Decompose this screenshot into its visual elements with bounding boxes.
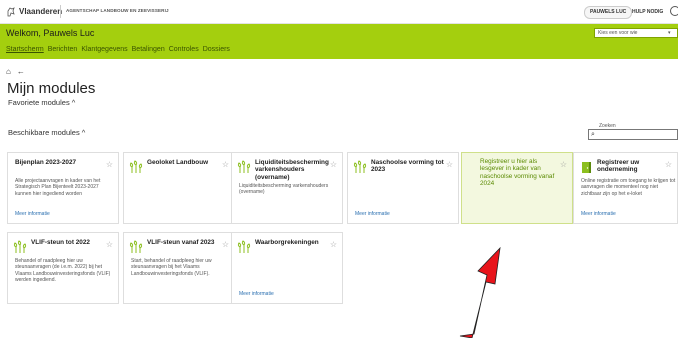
nav-controles[interactable]: Controles — [169, 46, 199, 53]
module-description: Start, behandel of raadpleeg hier uw ste… — [131, 258, 212, 277]
chevron-down-icon: ▾ — [668, 30, 671, 36]
back-arrow-icon[interactable]: ← — [17, 67, 25, 76]
star-icon[interactable]: ☆ — [106, 240, 113, 249]
flemish-lion-icon — [7, 7, 15, 17]
module-description: Alle projectaanvragen in kader van het S… — [15, 178, 101, 197]
door-icon — [582, 162, 591, 173]
user-button[interactable]: PAUWELS LUC — [584, 6, 633, 19]
module-title: Waarborgrekeningen — [255, 239, 319, 246]
module-title: VLIF-steun vanaf 2023 — [147, 239, 215, 246]
module-description: Liquiditeitsbescherming varkenshouders (… — [239, 183, 329, 196]
search-icon: ⌕ — [591, 131, 595, 138]
module-title: Geoloket Landbouw — [147, 159, 209, 166]
module-card-vlif-tot-2022[interactable]: VLIF-steun tot 2022 ☆ Behandel of raadpl… — [7, 232, 119, 304]
sprout-icon — [237, 240, 251, 253]
welcome-title: Welkom, Pauwels Luc — [6, 28, 95, 38]
module-card-liquiditeit[interactable]: Liquiditeitsbescherming varkenshouders (… — [231, 152, 343, 224]
module-title: Liquiditeitsbescherming varkenshouders (… — [255, 159, 329, 181]
module-card-registreer-onderneming[interactable]: Registreer uw onderneming ☆ Online regis… — [573, 152, 678, 224]
available-toggle[interactable]: Beschikbare modules ^ — [8, 128, 85, 137]
nav-berichten[interactable]: Berichten — [48, 46, 78, 53]
top-bar: Vlaanderen AGENTSCHAP LANDBOUW EN ZEEVIS… — [0, 0, 678, 24]
nav-klantgegevens[interactable]: Klantgegevens — [81, 46, 127, 53]
star-icon[interactable]: ☆ — [222, 160, 229, 169]
header-bar: Welkom, Pauwels Luc Startscherm Berichte… — [0, 24, 678, 59]
home-icon[interactable]: ⌂ — [6, 67, 11, 76]
favorites-toggle[interactable]: Favoriete modules ^ — [8, 98, 75, 107]
client-select[interactable]: Kies een voor wie ▾ — [594, 28, 678, 38]
agency-name: AGENTSCHAP LANDBOUW EN ZEEVISSERIJ — [66, 8, 169, 13]
module-title: Bijenplan 2023-2027 — [15, 159, 77, 166]
module-description: Online registratie om toegang te krijgen… — [581, 178, 676, 197]
sprout-icon — [13, 240, 27, 253]
module-card-geoloket[interactable]: Geoloket Landbouw ☆ — [123, 152, 235, 224]
star-icon[interactable]: ☆ — [222, 240, 229, 249]
more-info-link[interactable]: Meer informatie — [15, 211, 50, 217]
module-search-input[interactable]: ⌕ — [588, 129, 678, 140]
module-card-waarborgrekeningen[interactable]: Waarborgrekeningen ☆ Meer informatie — [231, 232, 343, 304]
sprout-icon — [129, 240, 143, 253]
client-select-placeholder: Kies een voor wie — [598, 30, 638, 36]
module-title: VLIF-steun tot 2022 — [31, 239, 90, 246]
module-card-bijenplan[interactable]: Bijenplan 2023-2027 ☆ Alle projectaanvra… — [7, 152, 119, 224]
page-title: Mijn modules — [7, 80, 96, 97]
arrow-shape — [459, 246, 501, 338]
module-title: Naschoolse vorming tot 2023 — [371, 159, 444, 174]
star-icon[interactable]: ☆ — [665, 160, 672, 169]
brand-name[interactable]: Vlaanderen — [19, 7, 62, 16]
module-card-vlif-vanaf-2023[interactable]: VLIF-steun vanaf 2023 ☆ Start, behandel … — [123, 232, 235, 304]
star-icon[interactable]: ☆ — [446, 160, 453, 169]
star-icon[interactable]: ☆ — [330, 240, 337, 249]
nav-dossiers[interactable]: Dossiers — [203, 46, 230, 53]
module-card-registreer-lesgever[interactable]: Registreer u hier als lesgever in kader … — [461, 152, 573, 224]
sprout-icon — [353, 160, 367, 173]
star-icon[interactable]: ☆ — [560, 160, 567, 169]
nav-betalingen[interactable]: Betalingen — [132, 46, 165, 53]
sprout-icon — [237, 160, 251, 173]
more-info-link[interactable]: Meer informatie — [581, 211, 616, 217]
breadcrumb: ⌂ ← — [6, 67, 25, 76]
module-title: Registreer uw onderneming — [597, 159, 640, 174]
more-info-link[interactable]: Meer informatie — [239, 291, 274, 297]
star-icon[interactable]: ☆ — [106, 160, 113, 169]
more-info-link[interactable]: Meer informatie — [355, 211, 390, 217]
star-icon[interactable]: ☆ — [330, 160, 337, 169]
nav-startscherm[interactable]: Startscherm — [6, 46, 44, 53]
sprout-icon — [129, 160, 143, 173]
help-link[interactable]: HULP NODIG — [632, 9, 663, 15]
help-icon[interactable] — [670, 6, 678, 16]
module-title: Registreer u hier als lesgever in kader … — [480, 158, 555, 188]
divider — [60, 5, 61, 18]
main-nav: Startscherm Berichten Klantgegevens Beta… — [6, 46, 230, 53]
module-card-naschoolse-vorming[interactable]: Naschoolse vorming tot 2023 ☆ Meer infor… — [347, 152, 459, 224]
module-description: Behandel of raadpleeg hier uw steunaanvr… — [15, 258, 111, 283]
